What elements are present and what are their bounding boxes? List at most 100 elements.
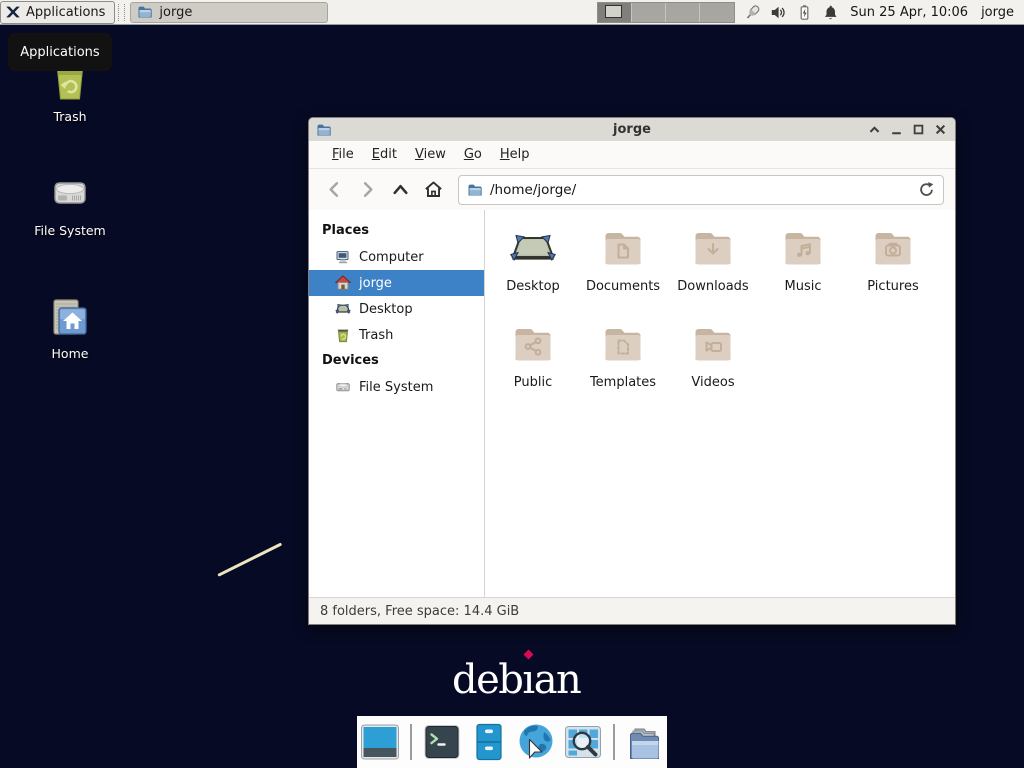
desktop-icon-file-system[interactable]: File System <box>24 170 116 238</box>
file-item-desktop[interactable]: Desktop <box>488 221 578 317</box>
path-folder-icon <box>467 182 483 198</box>
menu-help[interactable]: Help <box>491 144 539 165</box>
desktop48-icon <box>509 224 557 272</box>
taskbar-window-label: jorge <box>159 5 192 20</box>
file-item-pictures[interactable]: Pictures <box>848 221 938 317</box>
file-item-label: Templates <box>590 375 656 390</box>
desktop-icon-label: Trash <box>24 109 116 124</box>
cursor-trail-artifact <box>217 542 282 576</box>
username-label: jorge <box>981 5 1014 20</box>
file-item-templates[interactable]: Templates <box>578 317 668 413</box>
menu-edit[interactable]: Edit <box>363 144 406 165</box>
file-item-public[interactable]: Public <box>488 317 578 413</box>
sidebar-item-jorge[interactable]: jorge <box>309 270 484 296</box>
menu-view[interactable]: View <box>406 144 455 165</box>
forward-icon <box>357 179 378 200</box>
up-icon <box>390 179 411 200</box>
logo-text-right: an <box>534 657 581 703</box>
sidebar-item-computer[interactable]: Computer <box>309 244 484 270</box>
logo-text-left: deb <box>452 657 522 703</box>
top-panel: Applications jorge Sun 25 Apr, 10:06 jor… <box>0 0 1024 25</box>
battery-icon[interactable] <box>796 4 813 21</box>
workspace-4[interactable] <box>700 3 734 22</box>
folder-camera-icon <box>869 224 917 272</box>
sidebar-header-places: Places <box>309 218 484 244</box>
back-icon <box>324 179 345 200</box>
folder-download-icon <box>689 224 737 272</box>
applications-button[interactable]: Applications <box>0 1 115 24</box>
dock-panel <box>357 716 667 768</box>
folder-video-icon <box>689 320 737 368</box>
file-item-label: Videos <box>691 375 734 390</box>
file-item-music[interactable]: Music <box>758 221 848 317</box>
statusbar-text: 8 folders, Free space: 14.4 GiB <box>320 604 519 619</box>
logo-red-diamond <box>524 650 534 660</box>
desktop-icon-label: Home <box>24 346 116 361</box>
sidebar-item-trash[interactable]: Trash <box>309 322 484 348</box>
volume-icon[interactable] <box>770 4 787 21</box>
desktop-icon <box>335 301 351 317</box>
drive48-icon <box>46 170 94 218</box>
home-icon <box>423 179 444 200</box>
dock-launcher-file-cabinet[interactable] <box>469 722 509 762</box>
workspace-window-thumb <box>605 5 622 18</box>
desktop-icon-label: File System <box>24 223 116 238</box>
window-folder-icon <box>316 122 332 138</box>
shade-button[interactable] <box>867 122 882 137</box>
close-button[interactable] <box>933 122 948 137</box>
menu-go[interactable]: Go <box>455 144 491 165</box>
file-item-label: Documents <box>586 279 660 294</box>
sidebar: Places Computer jorgeDesktop Trash Devices Fi… <box>309 210 485 597</box>
notifications-icon[interactable] <box>822 4 839 21</box>
taskbar-window-button[interactable]: jorge <box>130 2 328 23</box>
tooltip-text: Applications <box>20 45 99 60</box>
toolbar <box>309 169 955 210</box>
dock-launcher-app-finder[interactable] <box>563 722 603 762</box>
workspace-1[interactable] <box>598 3 632 22</box>
file-item-label: Downloads <box>677 279 748 294</box>
drive-small-icon <box>335 379 351 395</box>
file-item-label: Public <box>514 375 552 390</box>
peripheral-icon[interactable] <box>744 4 761 21</box>
file-item-downloads[interactable]: Downloads <box>668 221 758 317</box>
minimize-button[interactable] <box>889 122 904 137</box>
sidebar-item-label: File System <box>359 380 433 395</box>
trash-small-icon <box>335 327 351 343</box>
workspace-3[interactable] <box>666 3 700 22</box>
workspace-2[interactable] <box>632 3 666 22</box>
file-item-label: Pictures <box>867 279 918 294</box>
applications-tooltip: Applications <box>8 33 112 71</box>
file-item-documents[interactable]: Documents <box>578 221 668 317</box>
menu-file[interactable]: File <box>323 144 363 165</box>
xfce-menu-icon <box>5 4 21 20</box>
maximize-button[interactable] <box>911 122 926 137</box>
statusbar: 8 folders, Free space: 14.4 GiB <box>309 597 955 624</box>
dock-launcher-terminal[interactable] <box>422 722 462 762</box>
up-button[interactable] <box>386 176 414 204</box>
home-button[interactable] <box>419 176 447 204</box>
clock[interactable]: Sun 25 Apr, 10:06 <box>850 5 968 20</box>
reload-icon[interactable] <box>918 181 935 198</box>
folder-music-icon <box>779 224 827 272</box>
desktop-icon-home[interactable]: Home <box>24 293 116 361</box>
dock-launcher-web-browser[interactable] <box>516 722 556 762</box>
sidebar-header-devices: Devices <box>309 348 484 374</box>
location-bar[interactable] <box>458 175 944 205</box>
debian-logo: debıan <box>452 660 580 700</box>
homefolder48-icon <box>46 293 94 341</box>
workspace-switcher[interactable] <box>597 2 735 23</box>
back-button[interactable] <box>320 176 348 204</box>
dock-launcher-show-desktop[interactable] <box>360 722 400 762</box>
path-input[interactable] <box>490 182 911 198</box>
window-titlebar[interactable]: jorge <box>309 118 955 141</box>
sidebar-item-label: Computer <box>359 250 424 265</box>
sidebar-item-label: Trash <box>359 328 393 343</box>
dock-launcher-folder-stack[interactable] <box>625 722 665 762</box>
forward-button[interactable] <box>353 176 381 204</box>
panel-grip[interactable] <box>118 4 125 21</box>
file-item-label: Music <box>785 279 822 294</box>
file-item-videos[interactable]: Videos <box>668 317 758 413</box>
sidebar-item-desktop[interactable]: Desktop <box>309 296 484 322</box>
folder-document-icon <box>599 224 647 272</box>
sidebar-item-file-system[interactable]: File System <box>309 374 484 400</box>
